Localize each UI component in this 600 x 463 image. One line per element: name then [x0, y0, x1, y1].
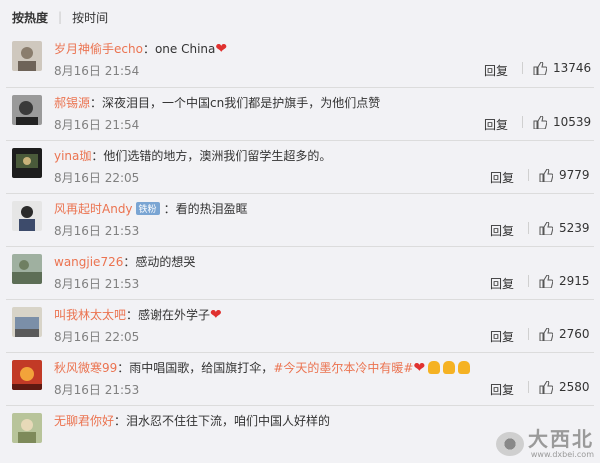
sort-tabs: 按热度 | 按时间 [0, 0, 600, 34]
like-count: 2580 [559, 380, 590, 394]
reply-button[interactable]: 回复 [484, 116, 508, 133]
comment-date: 8月16日 22:05 [54, 171, 140, 185]
like-button[interactable]: 2580 [518, 380, 590, 394]
like-count: 2915 [559, 274, 590, 288]
colon: ： [114, 414, 127, 428]
comment-item: yina珈：他们选错的地方，澳洲我们留学生超多的。 8月16日 22:05 回复… [6, 140, 594, 193]
comment-text: one China [154, 42, 216, 56]
thumbs-up-icon [539, 380, 553, 394]
thumbs-up-emoji-icon [428, 361, 441, 374]
thumbs-up-icon [539, 221, 553, 235]
hashtag-link[interactable]: #今天的墨尔本冷中有暖# [273, 361, 413, 375]
reply-button[interactable]: 回复 [490, 222, 514, 239]
comment-username[interactable]: 秋风微寒99 [54, 361, 117, 375]
tab-sort-by-hot[interactable]: 按热度 [12, 9, 48, 26]
colon: ： [90, 96, 103, 110]
watermark-url: www.dxbei.com [530, 450, 594, 459]
reply-button[interactable]: 回复 [490, 381, 514, 398]
thumbs-up-emoji-icon [458, 361, 471, 374]
avatar[interactable] [12, 413, 42, 443]
comment-item: 叫我林太太吧：感谢在外学子❤ 8月16日 22:05 回复 2760 [6, 299, 594, 352]
like-button[interactable]: 10539 [512, 115, 591, 129]
thumbs-up-icon [539, 274, 553, 288]
colon: ： [117, 361, 130, 375]
divider [522, 62, 523, 74]
divider [522, 116, 523, 128]
like-button[interactable]: 13746 [512, 61, 591, 75]
comment-username[interactable]: yina珈 [54, 149, 91, 163]
tab-separator: | [58, 10, 63, 24]
comment-date: 8月16日 21:53 [54, 277, 140, 291]
comment-username[interactable]: 无聊君你好 [54, 414, 114, 428]
tab-sort-by-time[interactable]: 按时间 [72, 9, 108, 26]
comment-username[interactable]: 叫我林太太吧 [54, 308, 126, 322]
fan-badge: 铁粉 [135, 202, 160, 215]
comment-text: 感动的想哭 [135, 255, 196, 269]
like-button[interactable]: 2760 [518, 327, 590, 341]
reply-button[interactable]: 回复 [490, 328, 514, 345]
comment-username[interactable]: 岁月神偷手echo [54, 42, 143, 56]
thumbs-up-icon [533, 61, 547, 75]
divider [528, 169, 529, 181]
colon: ： [123, 255, 136, 269]
colon: ： [91, 149, 104, 163]
like-count: 5239 [559, 221, 590, 235]
divider [528, 222, 529, 234]
comment-item: wangjie726：感动的想哭 8月16日 21:53 回复 2915 [6, 246, 594, 299]
avatar[interactable] [12, 254, 42, 284]
watermark-title: 大西北 [528, 427, 594, 451]
comment-date: 8月16日 21:53 [54, 383, 140, 397]
site-watermark: 大西北 www.dxbei.com [496, 428, 594, 459]
avatar[interactable] [12, 95, 42, 125]
avatar[interactable] [12, 307, 42, 337]
comment-text: 深夜泪目，一个中国cn我们都是护旗手，为他们点赞 [102, 96, 381, 110]
comment-text: 感谢在外学子 [138, 308, 211, 322]
colon: ： [142, 42, 155, 56]
avatar[interactable] [12, 201, 42, 231]
avatar[interactable] [12, 360, 42, 390]
comment-text: 他们选错的地方，澳洲我们留学生超多的。 [103, 149, 332, 163]
reply-button[interactable]: 回复 [490, 275, 514, 292]
avatar[interactable] [12, 148, 42, 178]
heart-icon: ❤ [413, 360, 426, 376]
comment-text: 看的热泪盈眶 [175, 202, 248, 216]
colon: ： [163, 202, 176, 216]
avatar[interactable] [12, 41, 42, 71]
like-count: 2760 [559, 327, 590, 341]
divider [528, 381, 529, 393]
like-button[interactable]: 5239 [518, 221, 590, 235]
heart-icon: ❤ [215, 41, 228, 57]
divider [528, 328, 529, 340]
comment-username[interactable]: 风再起时Andy [54, 202, 133, 216]
reply-button[interactable]: 回复 [490, 169, 514, 186]
like-button[interactable]: 9779 [518, 168, 590, 182]
comment-date: 8月16日 21:53 [54, 224, 140, 238]
comment-date: 8月16日 21:54 [54, 118, 140, 132]
thumbs-up-icon [533, 115, 547, 129]
like-button[interactable]: 2915 [518, 274, 590, 288]
like-count: 9779 [559, 168, 590, 182]
thumbs-up-emoji-icon [443, 361, 456, 374]
comment-item: 秋风微寒99：雨中唱国歌，给国旗打伞，#今天的墨尔本冷中有暖#❤ 8月16日 2… [6, 352, 594, 405]
colon: ： [126, 308, 139, 322]
comment-item: 岁月神偷手echo：one China❤ 8月16日 21:54 回复 1374… [6, 34, 594, 87]
comment-list: 岁月神偷手echo：one China❤ 8月16日 21:54 回复 1374… [0, 34, 600, 458]
thumbs-up-icon [539, 168, 553, 182]
thumbs-up-icon [539, 327, 553, 341]
watermark-logo-icon [496, 431, 524, 456]
divider [528, 275, 529, 287]
like-count: 13746 [553, 61, 592, 75]
comment-username[interactable]: wangjie726 [54, 255, 123, 269]
comment-date: 8月16日 21:54 [54, 64, 140, 78]
like-count: 10539 [553, 115, 592, 129]
comment-text: 雨中唱国歌，给国旗打伞， [129, 361, 274, 375]
comment-text: 泪水忍不住往下流，咱们中国人好样的 [126, 414, 331, 428]
comment-username[interactable]: 郝锡源 [54, 96, 90, 110]
comment-item: 郝锡源：深夜泪目，一个中国cn我们都是护旗手，为他们点赞 8月16日 21:54… [6, 87, 594, 140]
reply-button[interactable]: 回复 [484, 62, 508, 79]
heart-icon: ❤ [210, 307, 222, 323]
comment-item: 风再起时Andy 铁粉 ：看的热泪盈眶 8月16日 21:53 回复 5239 [6, 193, 594, 246]
comment-date: 8月16日 22:05 [54, 330, 140, 344]
